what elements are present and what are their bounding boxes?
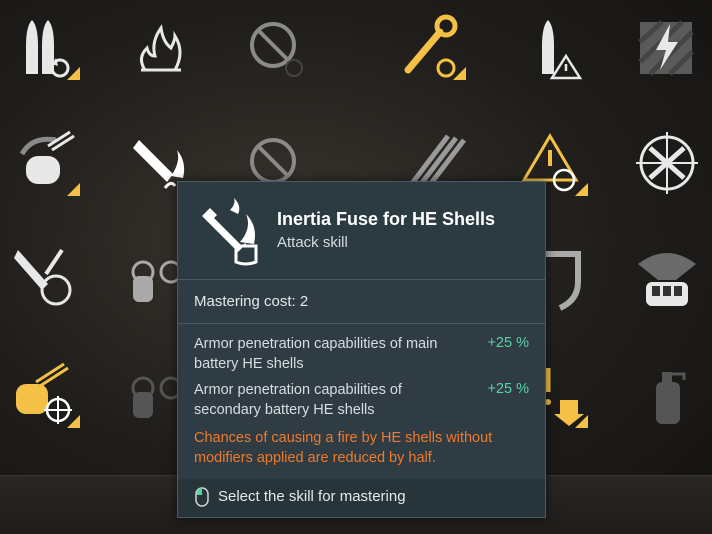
skill-gold-turret-target[interactable] — [12, 360, 82, 430]
skill-extinguisher[interactable] — [632, 360, 702, 430]
skill-shells-reload[interactable] — [12, 12, 82, 82]
footer-hint: Select the skill for mastering — [218, 488, 406, 505]
fire-icon — [140, 24, 182, 72]
plane-crosshair-icon — [636, 132, 698, 194]
no-entry-icon — [250, 22, 303, 77]
skill-prohibited-1[interactable] — [238, 12, 308, 82]
tooltip-title: Inertia Fuse for HE Shells — [277, 209, 496, 229]
penalty-text: Chances of causing a fire by HE shells w… — [194, 430, 493, 466]
mouse-icon — [195, 487, 209, 507]
radar-turret-icon — [638, 253, 696, 306]
tooltip-header: Inertia Fuse for HE Shells Attack skill — [178, 182, 545, 279]
tooltip-footer: Select the skill for mastering — [178, 479, 545, 517]
skill-fire[interactable] — [125, 12, 195, 82]
lightning-icon — [638, 20, 694, 76]
skill-aa-crosshair[interactable] — [632, 128, 702, 198]
divider — [178, 279, 545, 280]
skill-shell-warning[interactable] — [520, 12, 590, 82]
shell-impact-icon — [14, 248, 72, 306]
effect-value-main: +25 % — [487, 335, 529, 351]
effect-label-main: Armor penetration capabilities of main b… — [194, 336, 438, 372]
skill-radar-turret[interactable] — [632, 244, 702, 314]
divider — [178, 323, 545, 324]
skill-lightning[interactable] — [632, 12, 702, 82]
fire-extinguisher-icon — [656, 372, 686, 424]
effect-value-secondary: +25 % — [487, 381, 529, 397]
skill-tooltip: Inertia Fuse for HE Shells Attack skill … — [177, 181, 546, 518]
effect-label-secondary: Armor penetration capabilities of second… — [194, 382, 402, 418]
skill-shell-impact[interactable] — [12, 244, 82, 314]
he-shell-fire-icon — [202, 198, 258, 266]
mastering-cost: Mastering cost: 2 — [194, 293, 309, 310]
shell-warning-icon — [542, 20, 583, 80]
skill-wrench[interactable] — [398, 12, 468, 82]
skill-rotating-turret[interactable] — [12, 128, 82, 198]
tooltip-subtitle: Attack skill — [277, 234, 348, 251]
